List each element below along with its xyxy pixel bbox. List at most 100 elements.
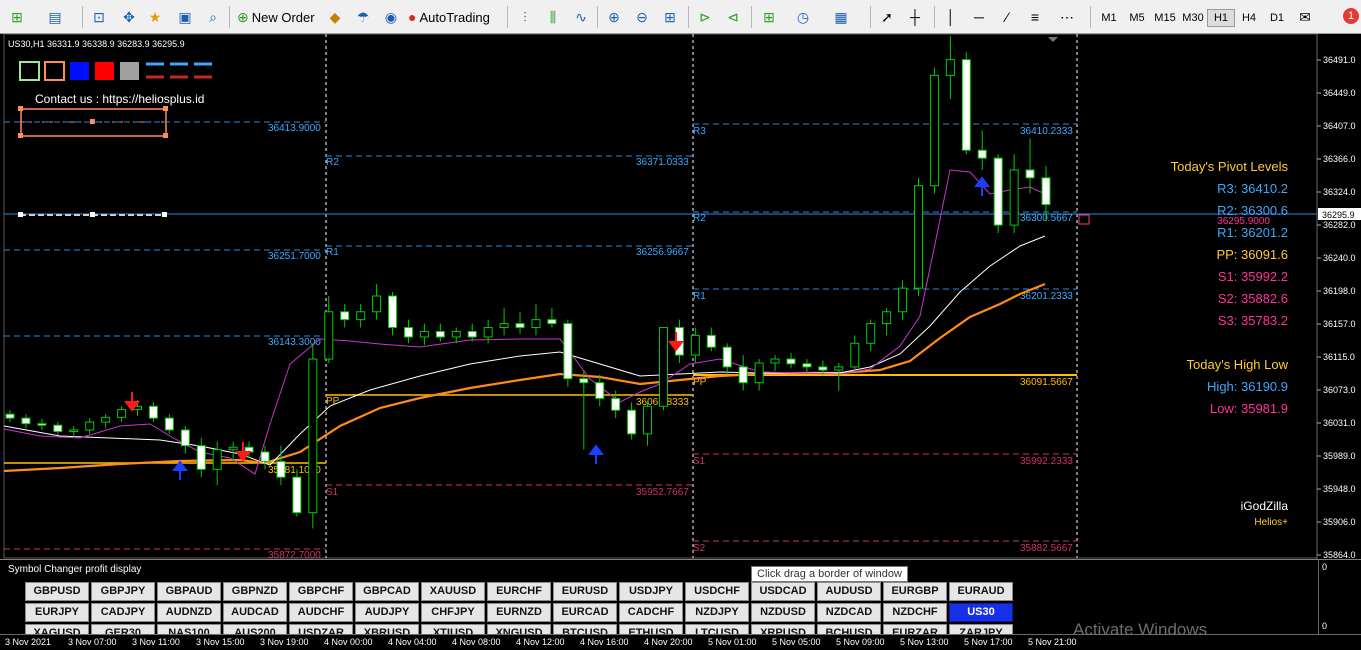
symbol-button-chfjpy[interactable]: CHFJPY (421, 603, 485, 622)
candle-body (1009, 169, 1019, 226)
highlow-heading: Today's High Low (1187, 357, 1289, 372)
timeframe-h4[interactable]: H4 (1235, 9, 1263, 27)
notification-badge[interactable]: 1 (1343, 8, 1359, 24)
candle (5, 410, 15, 423)
navigator-icon[interactable]: ★ (146, 8, 164, 26)
strategy-tester-icon[interactable]: ⌕ (204, 8, 222, 26)
price-label: 36240.0 (1323, 253, 1356, 263)
market-watch-icon[interactable]: ⊡ (90, 8, 108, 26)
symbol-button-gbpnzd[interactable]: GBPNZD (223, 582, 287, 601)
windows-watermark: Activate Windows (1073, 620, 1208, 639)
bar-chart-icon[interactable]: ⫶ (516, 8, 534, 26)
shapes-icon[interactable]: ⋯ (1058, 8, 1076, 26)
symbol-button-eurchf[interactable]: EURCHF (487, 582, 551, 601)
time-label: 5 Nov 05:00 (772, 637, 821, 647)
symbol-button-usdchf[interactable]: USDCHF (685, 582, 749, 601)
candle-body (451, 330, 461, 338)
symbol-button-nzdchf[interactable]: NZDCHF (883, 603, 947, 622)
symbol-button-eurcad[interactable]: EURCAD (553, 603, 617, 622)
symbol-button-us30[interactable]: US30 (949, 603, 1013, 622)
channel-icon[interactable]: ≡ (1026, 8, 1044, 26)
autoscroll-icon[interactable]: ⊲ (724, 8, 742, 26)
tile-windows-icon[interactable]: ⊞ (661, 8, 679, 26)
candle-body (850, 342, 860, 368)
symbol-button-gbpcad[interactable]: GBPCAD (355, 582, 419, 601)
time-label: 5 Nov 13:00 (900, 637, 949, 647)
cursor-icon[interactable]: ➚ (878, 8, 896, 26)
metaeditor-icon[interactable]: ◆ (326, 8, 344, 26)
symbol-button-euraud[interactable]: EURAUD (949, 582, 1013, 601)
market-icon[interactable]: ◉ (382, 8, 400, 26)
symbol-button-usdjpy[interactable]: USDJPY (619, 582, 683, 601)
data-window-icon[interactable]: ✥ (120, 8, 138, 26)
candle-body (5, 413, 15, 419)
symbol-button-cadjpy[interactable]: CADJPY (91, 603, 155, 622)
symbol-button-nzdcad[interactable]: NZDCAD (817, 603, 881, 622)
symbol-button-audjpy[interactable]: AUDJPY (355, 603, 419, 622)
timeframe-d1[interactable]: D1 (1263, 9, 1291, 27)
zoom-in-icon[interactable]: ⊕ (605, 8, 623, 26)
indicators-icon[interactable]: ⊞ (760, 8, 778, 26)
templates-icon[interactable]: ▦ (832, 8, 850, 26)
zoom-out-icon[interactable]: ⊖ (633, 8, 651, 26)
candle-body (643, 405, 653, 435)
trendline-icon[interactable]: ⁄ (998, 8, 1016, 26)
symbol-button-audnzd[interactable]: AUDNZD (157, 603, 221, 622)
symbol-button-nzdusd[interactable]: NZDUSD (751, 603, 815, 622)
toolbar-separator (82, 6, 83, 28)
symbol-button-gbpjpy[interactable]: GBPJPY (91, 582, 155, 601)
candle (356, 303, 366, 328)
price-label: 36366.0 (1323, 154, 1356, 164)
chart-shift-icon[interactable]: ⊳ (696, 8, 714, 26)
profiles-icon[interactable]: ▤ (46, 8, 64, 26)
price-label: 36282.0 (1323, 220, 1356, 230)
timeframe-m15[interactable]: M15 (1151, 9, 1179, 27)
price-label: 36073.0 (1323, 385, 1356, 395)
symbol-button-nzdjpy[interactable]: NZDJPY (685, 603, 749, 622)
candle-body (658, 327, 668, 407)
candle-body (419, 330, 429, 338)
vertical-line-icon[interactable]: │ (942, 8, 960, 26)
new-order-button[interactable]: ⊕ New Order (237, 6, 315, 28)
new-chart-icon[interactable]: ⊞ (8, 8, 26, 26)
candle-body (786, 358, 796, 365)
candle (308, 343, 318, 529)
symbol-button-gbpusd[interactable]: GBPUSD (25, 582, 89, 601)
symbol-button-usdcad[interactable]: USDCAD (751, 582, 815, 601)
symbol-button-audusd[interactable]: AUDUSD (817, 582, 881, 601)
candle-body (180, 429, 190, 447)
candle (945, 36, 955, 100)
symbol-button-eurjpy[interactable]: EURJPY (25, 603, 89, 622)
terminal-icon[interactable]: ▣ (176, 8, 194, 26)
candlestick-icon[interactable]: ⫼ (544, 8, 562, 26)
symbol-button-eurnzd[interactable]: EURNZD (487, 603, 551, 622)
symbol-button-gbpaud[interactable]: GBPAUD (157, 582, 221, 601)
symbol-button-xauusd[interactable]: XAUUSD (421, 582, 485, 601)
symbol-button-eurgbp[interactable]: EURGBP (883, 582, 947, 601)
chat-icon[interactable]: ✉ (1296, 8, 1314, 26)
timeframe-m1[interactable]: M1 (1095, 9, 1123, 27)
autotrading-button[interactable]: ● AutoTrading (408, 6, 490, 28)
symbol-button-audcad[interactable]: AUDCAD (223, 603, 287, 622)
line-chart-icon[interactable]: ∿ (572, 8, 590, 26)
symbol-button-eurusd[interactable]: EURUSD (553, 582, 617, 601)
signals-icon[interactable]: ☂ (354, 8, 372, 26)
candle-body (212, 449, 222, 470)
timeframe-h1[interactable]: H1 (1207, 9, 1235, 27)
periods-icon[interactable]: ◷ (794, 8, 812, 26)
level-label: 35872.7000 (268, 550, 321, 559)
symbol-button-gbpchf[interactable]: GBPCHF (289, 582, 353, 601)
panel-scale-bottom: 0 (1322, 621, 1328, 631)
timeframe-m30[interactable]: M30 (1179, 9, 1207, 27)
crosshair-icon[interactable]: ┼ (906, 8, 924, 26)
timeframe-m5[interactable]: M5 (1123, 9, 1151, 27)
horizontal-line-icon[interactable]: ─ (970, 8, 988, 26)
candle (850, 335, 860, 371)
level-label: 36300.5667 (1020, 213, 1073, 224)
panel-title: Symbol Changer profit display (8, 564, 142, 575)
symbol-button-cadchf[interactable]: CADCHF (619, 603, 683, 622)
symbol-button-audchf[interactable]: AUDCHF (289, 603, 353, 622)
price-chart[interactable]: US30,H1 36331.9 36338.9 36283.9 36295.9 … (0, 34, 1361, 559)
candle-body (706, 334, 716, 348)
pivot-levels-day2: R2 R1 PP S1 36371.0333 36256.9667 36066.… (326, 155, 693, 498)
